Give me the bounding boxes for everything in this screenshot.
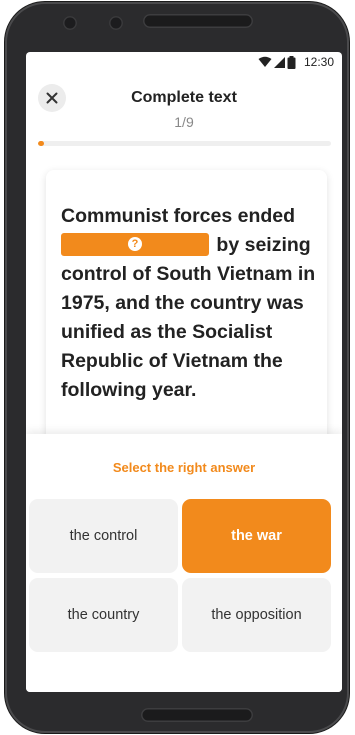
answer-blank: ?	[61, 233, 209, 256]
status-bar: 12:30	[26, 52, 342, 72]
cellular-icon	[273, 56, 285, 68]
answer-option-the-war[interactable]: the war	[182, 499, 331, 573]
question-mark-icon: ?	[128, 237, 142, 251]
status-time: 12:30	[303, 55, 334, 69]
front-camera	[63, 16, 77, 30]
app-screen: 12:30 Complete text 1/9 Communist forces…	[26, 52, 342, 692]
answer-option-label: the opposition	[211, 607, 302, 623]
wifi-icon	[258, 56, 272, 67]
answer-option-label: the country	[67, 607, 140, 623]
answer-option-label: the war	[231, 528, 282, 544]
battery-icon	[287, 55, 296, 69]
front-sensor	[109, 16, 123, 30]
answer-option-the-control[interactable]: the control	[29, 499, 178, 573]
earpiece-speaker	[143, 14, 253, 28]
question-text-before: Communist forces ended	[61, 205, 296, 227]
answer-option-label: the control	[69, 528, 138, 544]
question-text: Communist forces ended ? by seizing cont…	[61, 202, 319, 405]
question-card: Communist forces ended ? by seizing cont…	[46, 170, 327, 470]
progress-bar	[38, 141, 331, 146]
progress-bar-fill	[38, 141, 44, 146]
bottom-speaker	[141, 708, 253, 722]
page-title: Complete text	[131, 89, 237, 106]
answer-sheet: Select the right answer the control the …	[26, 434, 342, 692]
answer-option-the-opposition[interactable]: the opposition	[182, 578, 331, 652]
header: Complete text 1/9	[26, 72, 342, 132]
answer-prompt: Select the right answer	[112, 460, 256, 475]
phone-frame: 12:30 Complete text 1/9 Communist forces…	[5, 2, 349, 733]
question-text-after: by seizing control of South Vietnam in 1…	[61, 234, 316, 401]
progress-counter: 1/9	[174, 114, 194, 130]
answer-option-the-country[interactable]: the country	[29, 578, 178, 652]
